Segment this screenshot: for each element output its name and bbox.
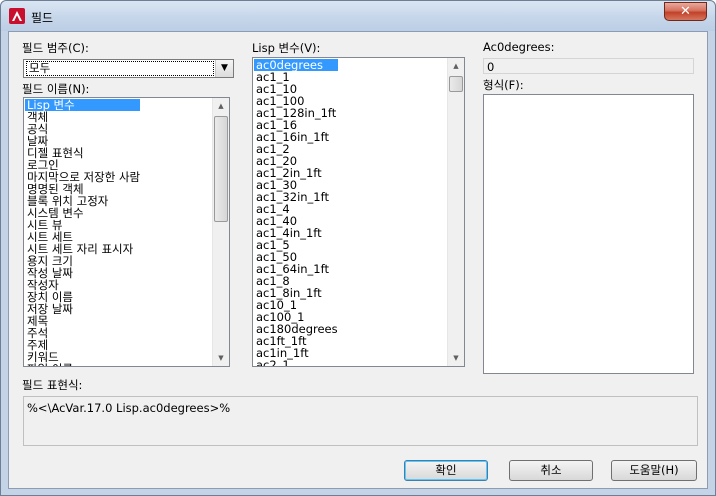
lisp-variable-item[interactable]: ac2_1 bbox=[254, 359, 338, 366]
close-icon: ✕ bbox=[680, 4, 691, 19]
ok-button[interactable]: 확인 bbox=[404, 460, 488, 481]
help-button-label: 도움말(H) bbox=[629, 463, 679, 477]
chevron-down-icon[interactable]: ▼ bbox=[215, 60, 233, 77]
ok-button-label: 확인 bbox=[435, 463, 457, 477]
scroll-up-icon[interactable]: ▲ bbox=[213, 98, 229, 114]
scroll-down-icon[interactable]: ▼ bbox=[448, 350, 464, 366]
close-button[interactable]: ✕ bbox=[664, 2, 707, 21]
help-button[interactable]: 도움말(H) bbox=[611, 460, 697, 481]
format-label: 형식(F): bbox=[483, 78, 524, 92]
cancel-button-label: 취소 bbox=[540, 463, 562, 477]
scroll-up-icon[interactable]: ▲ bbox=[448, 58, 464, 74]
scroll-thumb[interactable] bbox=[214, 116, 228, 222]
scroll-thumb[interactable] bbox=[449, 76, 463, 92]
window-title: 필드 bbox=[31, 11, 54, 25]
autocad-app-icon bbox=[9, 8, 25, 24]
field-expression-label: 필드 표현식: bbox=[22, 378, 83, 392]
scroll-down-icon[interactable]: ▼ bbox=[213, 350, 229, 366]
title-bar: 필드 ✕ bbox=[1, 1, 715, 31]
variable-name-label: Ac0degrees: bbox=[483, 40, 555, 54]
field-names-items: Lisp 변수 객체 공식 날짜 디젤 표현식 로그인 마지막으로 저장한 사람 명명된 객체… bbox=[25, 99, 141, 366]
field-category-label: 필드 범주(C): bbox=[22, 41, 89, 55]
field-dialog: 필드 ✕ 필드 범주(C): 모두 ▼ 필드 이름(N): Lisp 변수 객체 공… bbox=[0, 0, 716, 496]
lisp-variables-label: Lisp 변수(V): bbox=[252, 41, 321, 55]
lisp-variables-list[interactable]: ac0degrees ac1_1 ac1_10 ac1_100 ac1_128in_1f… bbox=[252, 57, 465, 367]
lisp-variables-items: ac0degrees ac1_1 ac1_10 ac1_100 ac1_128in_1f… bbox=[254, 59, 338, 366]
field-name-item[interactable]: 파일 이름 bbox=[25, 363, 140, 366]
cancel-button[interactable]: 취소 bbox=[509, 460, 593, 481]
field-names-scrollbar[interactable]: ▲ ▼ bbox=[212, 98, 229, 366]
field-expression-text: %<\AcVar.17.0 Lisp.ac0degrees>% bbox=[27, 401, 231, 415]
field-category-value: 모두 bbox=[26, 61, 214, 76]
field-category-dropdown[interactable]: 모두 ▼ bbox=[23, 59, 234, 78]
variable-value-text: 0 bbox=[487, 60, 495, 74]
field-names-list[interactable]: Lisp 변수 객체 공식 날짜 디젤 표현식 로그인 마지막으로 저장한 사람 명명된 객체… bbox=[23, 97, 230, 367]
format-list[interactable] bbox=[483, 94, 694, 374]
field-expression-field[interactable]: %<\AcVar.17.0 Lisp.ac0degrees>% bbox=[23, 396, 698, 446]
dialog-body: 필드 범주(C): 모두 ▼ 필드 이름(N): Lisp 변수 객체 공식 날짜 디젤… bbox=[8, 31, 708, 489]
variable-value-field: 0 bbox=[483, 58, 694, 74]
lisp-variables-scrollbar[interactable]: ▲ ▼ bbox=[447, 58, 464, 366]
field-names-label: 필드 이름(N): bbox=[22, 82, 90, 96]
